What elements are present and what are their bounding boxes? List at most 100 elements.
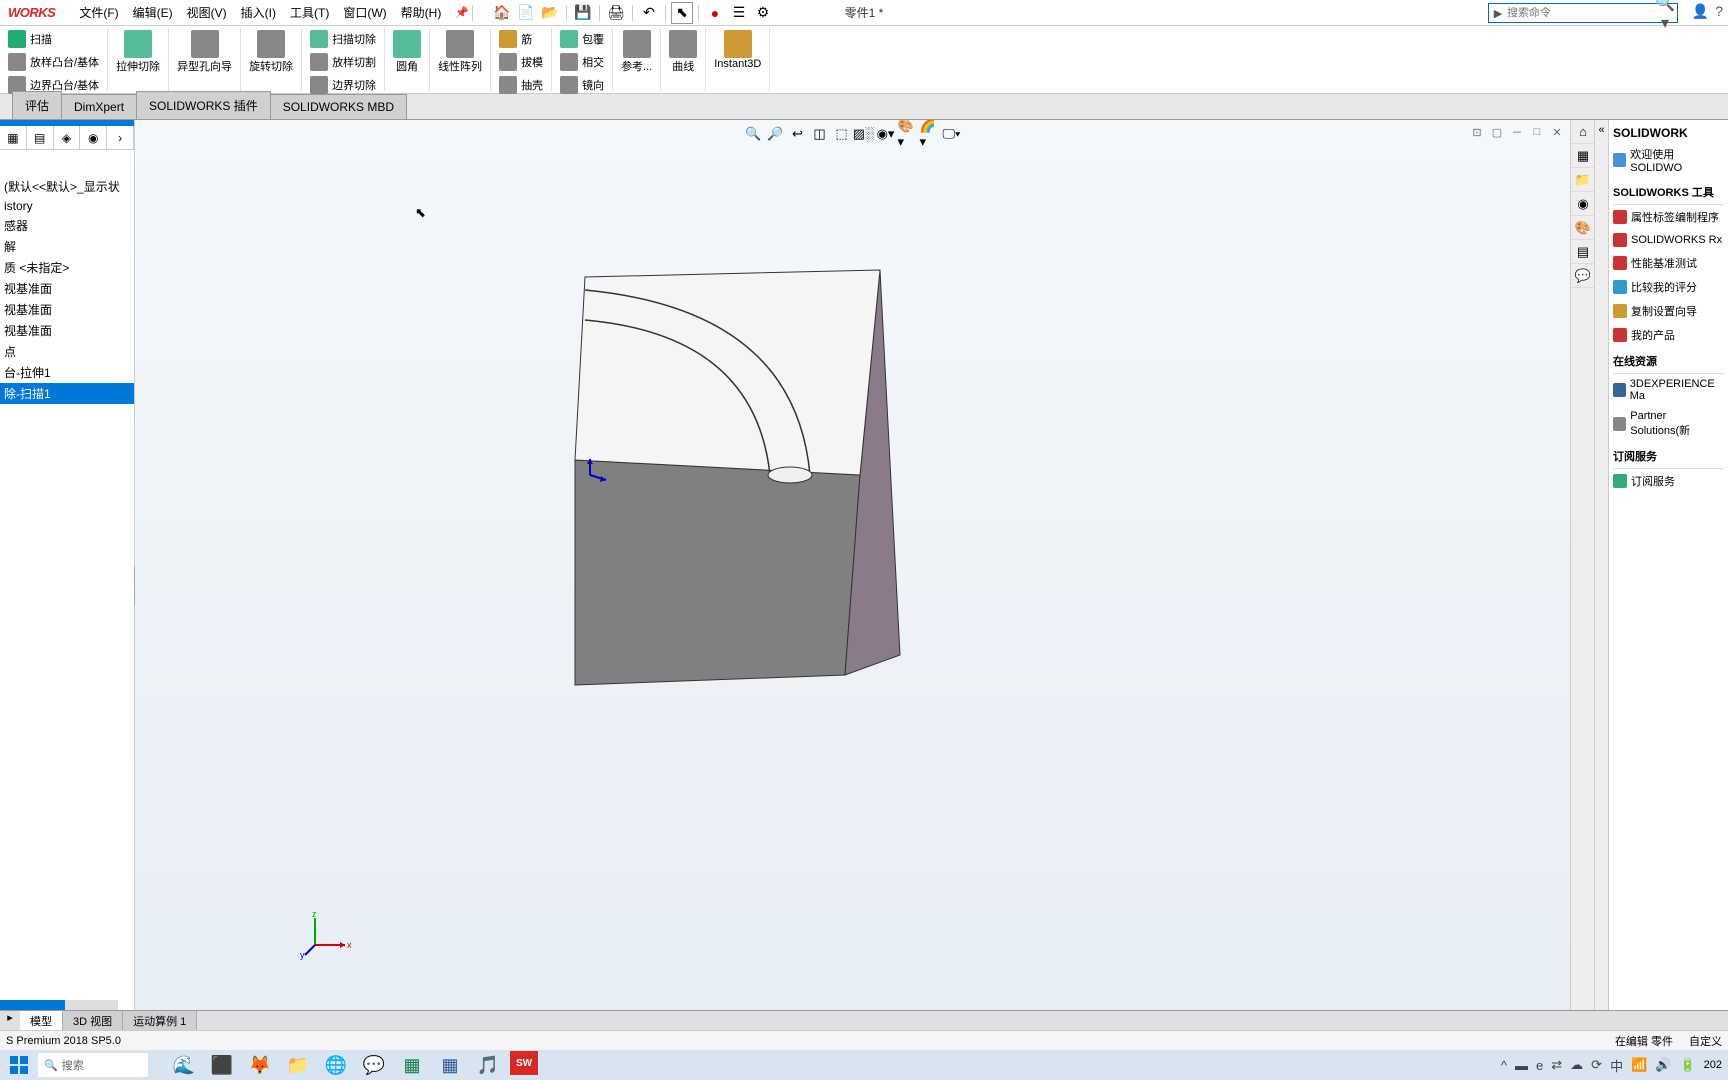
partner-link[interactable]: Partner Solutions(新 <box>1613 406 1724 442</box>
menu-help[interactable]: 帮助(H) <box>395 0 448 25</box>
taskbar-search[interactable]: 🔍 搜索 <box>38 1053 148 1077</box>
edit-appearance-icon[interactable]: 🎨▾ <box>898 124 918 144</box>
tree-top-plane[interactable]: 视基准面 <box>0 299 134 320</box>
viewport-min-icon[interactable]: ⊡ <box>1468 124 1486 140</box>
viewport-min2-icon[interactable]: － <box>1508 124 1526 140</box>
wrap-button[interactable]: 包覆 <box>556 28 608 50</box>
subscribe-link[interactable]: 订阅服务 <box>1613 469 1724 493</box>
tree-tab-3[interactable]: ◈ <box>54 126 81 149</box>
btab-model[interactable]: 模型 <box>20 1011 63 1030</box>
start-button[interactable] <box>4 1052 34 1078</box>
pin-icon[interactable]: 📌 <box>455 6 469 19</box>
compare-score-link[interactable]: 比较我的评分 <box>1613 275 1724 299</box>
tree-tab-1[interactable]: ▦ <box>0 126 27 149</box>
btab-3dview[interactable]: 3D 视图 <box>63 1011 123 1030</box>
tree-tab-4[interactable]: ◉ <box>80 126 107 149</box>
apply-scene-icon[interactable]: 🌈▾ <box>920 124 940 144</box>
menu-window[interactable]: 窗口(W) <box>337 0 392 25</box>
tree-origin[interactable]: 点 <box>0 341 134 362</box>
tree-right-plane[interactable]: 视基准面 <box>0 320 134 341</box>
tray-chevron-icon[interactable]: ^ <box>1501 1058 1507 1073</box>
loft-button[interactable]: 放样凸台/基体 <box>4 51 103 73</box>
rs-home-icon[interactable]: ⌂ <box>1571 120 1595 144</box>
tree-config[interactable]: (默认<<默认>_显示状 <box>0 176 134 197</box>
tree-tab-2[interactable]: ▤ <box>27 126 54 149</box>
reference-button[interactable]: 参考... <box>617 28 656 76</box>
tab-sw-addins[interactable]: SOLIDWORKS 插件 <box>136 91 271 119</box>
options-icon[interactable]: ☰ <box>728 2 750 24</box>
taskbar-wechat[interactable]: 💬 <box>358 1051 390 1079</box>
fillet-button[interactable]: 圆角 <box>389 28 425 76</box>
viewport-max-icon[interactable]: □ <box>1528 124 1546 140</box>
intersect-button[interactable]: 相交 <box>556 51 608 73</box>
rib-button[interactable]: 筋 <box>495 28 547 50</box>
perf-benchmark-link[interactable]: 性能基准测试 <box>1613 251 1724 275</box>
tree-annotations[interactable]: 解 <box>0 236 134 257</box>
search-command-box[interactable]: ▶ 🔍▾ <box>1488 3 1678 23</box>
taskbar-solidworks[interactable]: SW <box>510 1051 538 1075</box>
btab-prev[interactable]: ▸ <box>0 1011 20 1030</box>
my-products-link[interactable]: 我的产品 <box>1613 323 1724 347</box>
hide-show-icon[interactable]: ◉▾ <box>876 124 896 144</box>
instant3d-button[interactable]: Instant3D <box>710 28 765 72</box>
tray-volume-icon[interactable]: 🔊 <box>1655 1057 1671 1073</box>
panel-collapse[interactable]: « <box>1594 120 1608 1010</box>
new-icon[interactable]: 📄 <box>515 2 537 24</box>
view-settings-icon[interactable]: 🖵▾ <box>942 124 962 144</box>
menu-file[interactable]: 文件(F) <box>73 0 124 25</box>
user-icon[interactable]: 👤 <box>1692 3 1709 20</box>
3d-viewport[interactable]: 🔍 🔎 ↩ ◫ ⬚ ▨░ ◉▾ 🎨▾ 🌈▾ 🖵▾ ⊡ ▢ － □ ✕ ⬉ <box>135 120 1570 1010</box>
tree-cut-sweep[interactable]: 除-扫描1 <box>0 383 134 404</box>
taskbar-firefox[interactable]: 🦊 <box>244 1051 276 1079</box>
taskbar-explorer[interactable]: 📁 <box>282 1051 314 1079</box>
3dexperience-link[interactable]: 3DEXPERIENCE Ma <box>1613 374 1724 406</box>
home-icon[interactable]: 🏠 <box>491 2 513 24</box>
view-orient-icon[interactable]: ⬚ <box>832 124 852 144</box>
sw-rx-link[interactable]: SOLIDWORKS Rx <box>1613 229 1724 251</box>
prev-view-icon[interactable]: ↩ <box>788 124 808 144</box>
open-icon[interactable]: 📂 <box>539 2 561 24</box>
shell-button[interactable]: 抽壳 <box>495 74 547 96</box>
taskbar-app-3[interactable]: ▦ <box>434 1051 466 1079</box>
curves-button[interactable]: 曲线 <box>665 28 701 76</box>
tray-ime-icon[interactable]: 中 <box>1610 1056 1623 1075</box>
rs-props-icon[interactable]: ▤ <box>1571 240 1595 264</box>
taskbar-music[interactable]: 🎵 <box>472 1051 504 1079</box>
sweep-cut-button[interactable]: 扫描切除 <box>306 28 380 50</box>
rs-part-icon[interactable]: ▦ <box>1571 144 1595 168</box>
tab-evaluate[interactable]: 评估 <box>12 91 62 119</box>
tab-sw-mbd[interactable]: SOLIDWORKS MBD <box>270 94 407 119</box>
taskbar-app-1[interactable]: 🌊 <box>168 1051 200 1079</box>
tray-app-icon[interactable]: ▬ <box>1515 1058 1528 1073</box>
help-icon[interactable]: ? <box>1715 3 1723 20</box>
copy-settings-link[interactable]: 复制设置向导 <box>1613 299 1724 323</box>
settings-icon[interactable]: ⚙ <box>752 2 774 24</box>
linear-pattern-button[interactable]: 线性阵列 <box>434 28 486 76</box>
display-style-icon[interactable]: ▨░ <box>854 124 874 144</box>
save-icon[interactable]: 💾 <box>572 2 594 24</box>
rs-appearance-icon[interactable]: 🎨 <box>1571 216 1595 240</box>
zoom-area-icon[interactable]: 🔎 <box>766 124 786 144</box>
tray-clock[interactable]: 202 <box>1704 1059 1722 1071</box>
section-icon[interactable]: ◫ <box>810 124 830 144</box>
boundary-cut-button[interactable]: 边界切除 <box>306 74 380 96</box>
tray-ie-icon[interactable]: e <box>1536 1058 1543 1073</box>
rs-forum-icon[interactable]: 💬 <box>1571 264 1595 288</box>
tree-tab-expand[interactable]: › <box>107 126 134 149</box>
welcome-link[interactable]: 欢迎使用 SOLIDWO <box>1630 146 1724 174</box>
tree-boss-extrude[interactable]: 台-拉伸1 <box>0 362 134 383</box>
rs-folder-icon[interactable]: 📁 <box>1571 168 1595 192</box>
search-icon[interactable]: 🔍▾ <box>1653 0 1677 33</box>
tree-material[interactable]: 质 <未指定> <box>0 257 134 278</box>
tray-wifi-icon[interactable]: 📶 <box>1631 1057 1647 1073</box>
extrude-cut-button[interactable]: 拉伸切除 <box>112 28 164 76</box>
hole-wizard-button[interactable]: 异型孔向导 <box>173 28 236 76</box>
print-icon[interactable]: 🖨 <box>605 2 627 24</box>
taskbar-app-2[interactable]: ⬛ <box>206 1051 238 1079</box>
zoom-fit-icon[interactable]: 🔍 <box>744 124 764 144</box>
taskbar-excel[interactable]: ▦ <box>396 1051 428 1079</box>
property-tab-link[interactable]: 属性标签编制程序 <box>1613 205 1724 229</box>
draft-button[interactable]: 拔模 <box>495 51 547 73</box>
search-input[interactable] <box>1507 7 1653 19</box>
rebuild-icon[interactable]: ● <box>704 2 726 24</box>
